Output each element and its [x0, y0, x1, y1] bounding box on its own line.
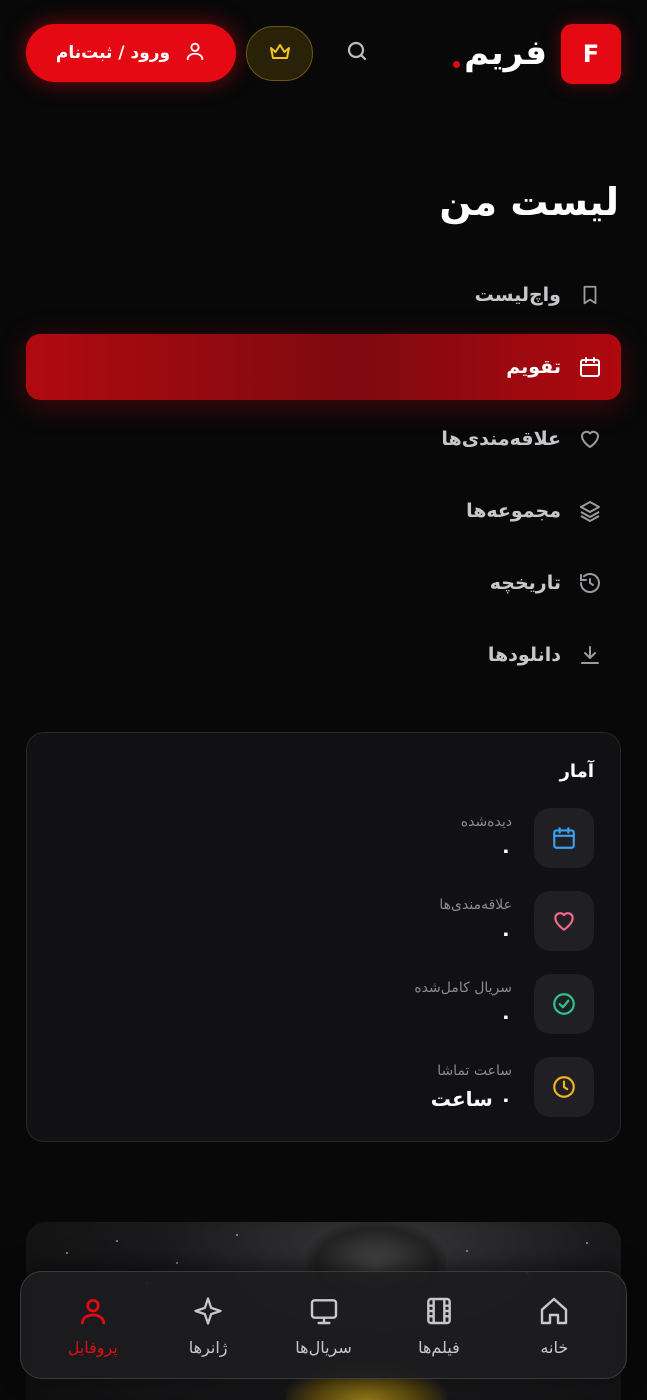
- stat-label: دیده‌شده: [460, 814, 512, 830]
- user-icon: [76, 1294, 110, 1328]
- nav-label: خانه: [540, 1337, 569, 1357]
- stats-title: آمار: [559, 761, 594, 782]
- sparkle-icon: [191, 1294, 225, 1328]
- stat-label: ساعت تماشا: [437, 1063, 512, 1079]
- my-list-title: لیست من: [439, 180, 619, 224]
- nav-label: سریال‌ها: [295, 1337, 352, 1357]
- menu-item-label: دانلودها: [487, 644, 561, 666]
- search-button[interactable]: [342, 38, 372, 68]
- stat-value: ۰ ساعت: [430, 1087, 512, 1111]
- calendar-icon: [534, 808, 594, 868]
- login-signup-button[interactable]: ورود / ثبت‌نام: [26, 24, 236, 82]
- menu-item-watchlist[interactable]: واچ‌لیست: [26, 262, 621, 328]
- bookmark-icon: [577, 282, 603, 308]
- nav-label: پروفایل: [67, 1337, 118, 1357]
- nav-genres[interactable]: ژانرها: [158, 1294, 258, 1357]
- menu-item-label: تقویم: [506, 356, 561, 378]
- menu-item-downloads[interactable]: دانلودها: [26, 622, 621, 688]
- menu-item-label: واچ‌لیست: [474, 284, 561, 306]
- search-icon: [345, 39, 369, 67]
- login-label: ورود / ثبت‌نام: [55, 43, 171, 63]
- tv-icon: [307, 1294, 341, 1328]
- nav-label: فیلم‌ها: [418, 1337, 460, 1357]
- clock-icon: [534, 1057, 594, 1117]
- crown-icon: [268, 40, 292, 68]
- user-icon: [184, 40, 206, 67]
- nav-label: ژانرها: [188, 1337, 228, 1357]
- menu-item-label: علاقه‌مندی‌ها: [441, 428, 561, 450]
- film-icon: [422, 1294, 456, 1328]
- heart-icon: [534, 891, 594, 951]
- brand[interactable]: فریم: [453, 28, 547, 78]
- nav-home[interactable]: خانه: [504, 1294, 604, 1357]
- heart-icon: [577, 426, 603, 452]
- brand-dot: [453, 60, 461, 68]
- nav-profile[interactable]: پروفایل: [43, 1294, 143, 1357]
- brand-name: فریم: [464, 33, 547, 73]
- premium-button[interactable]: [246, 26, 313, 81]
- check-circle-icon: [534, 974, 594, 1034]
- my-list-menu: واچ‌لیست تقویم علاقه‌مندی‌ها مجموعه‌ها ت…: [26, 262, 621, 694]
- stat-label: علاقه‌مندی‌ها: [439, 897, 512, 913]
- header: ورود / ثبت‌نام فریم F: [26, 22, 621, 84]
- nav-movies[interactable]: فیلم‌ها: [389, 1294, 489, 1357]
- nav-series[interactable]: سریال‌ها: [274, 1294, 374, 1357]
- menu-item-collections[interactable]: مجموعه‌ها: [26, 478, 621, 544]
- calendar-icon: [577, 354, 603, 380]
- bottom-navigation: خانه فیلم‌ها سریال‌ها ژانرها پروفایل: [20, 1271, 627, 1379]
- logo-letter: F: [582, 40, 600, 68]
- stat-label: سریال کامل‌شده: [414, 980, 512, 996]
- home-icon: [537, 1294, 571, 1328]
- stat-value: ۰: [499, 921, 512, 945]
- menu-item-label: مجموعه‌ها: [466, 500, 561, 522]
- app-page: ورود / ثبت‌نام فریم F لیست من: [0, 0, 647, 1400]
- stat-completed-series: سریال کامل‌شده ۰: [53, 973, 594, 1035]
- stat-watched: دیده‌شده ۰: [53, 807, 594, 869]
- logo[interactable]: F: [561, 24, 621, 84]
- stat-value: ۰: [499, 1004, 512, 1028]
- menu-item-label: تاریخچه: [489, 572, 561, 594]
- menu-item-favorites[interactable]: علاقه‌مندی‌ها: [26, 406, 621, 472]
- stat-watch-hours: ساعت تماشا ۰ ساعت: [53, 1056, 594, 1118]
- history-icon: [577, 570, 603, 596]
- stat-value: ۰: [499, 838, 512, 862]
- menu-item-calendar[interactable]: تقویم: [26, 334, 621, 400]
- stat-favorites: علاقه‌مندی‌ها ۰: [53, 890, 594, 952]
- download-icon: [577, 642, 603, 668]
- menu-item-history[interactable]: تاریخچه: [26, 550, 621, 616]
- stats-card: آمار دیده‌شده ۰ علاقه‌مندی‌ها ۰: [26, 732, 621, 1142]
- layers-icon: [577, 498, 603, 524]
